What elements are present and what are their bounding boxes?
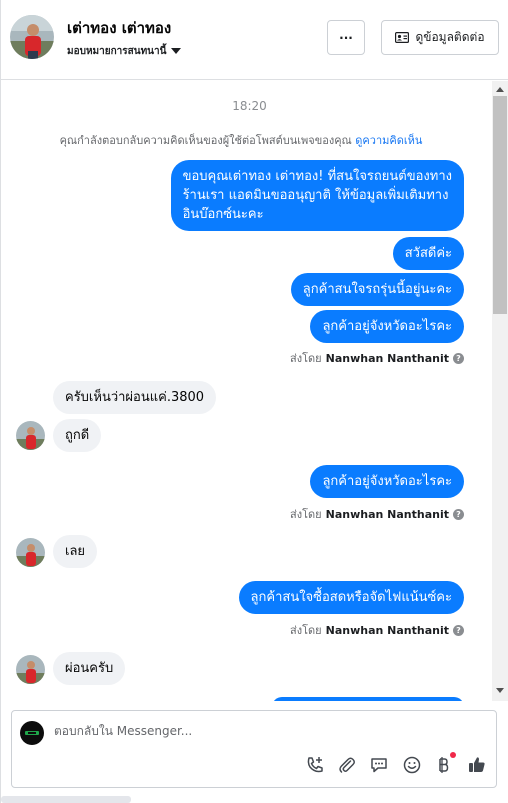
notification-dot	[450, 752, 456, 758]
scrollbar-thumb[interactable]	[493, 96, 507, 314]
contact-avatar[interactable]	[10, 15, 54, 59]
incoming-message[interactable]: ครับเห็นว่าผ่อนแค่.3800	[53, 381, 217, 414]
help-icon[interactable]: ?	[453, 508, 464, 520]
view-comment-link[interactable]: ดูความคิดเห็น	[355, 134, 422, 147]
sent-by-label: ส่งโดย Nanwhan Nanthanit ?	[290, 621, 464, 639]
message-composer	[11, 710, 497, 788]
sent-by-prefix: ส่งโดย	[290, 624, 322, 637]
partial-outgoing-message	[272, 697, 464, 701]
contact-avatar-small	[16, 655, 45, 684]
messenger-conversation-panel: เต่าทอง เต่าทอง มอบหมายการสนทนานี้ ··· ด…	[0, 0, 508, 803]
like-icon[interactable]	[466, 754, 488, 776]
saved-replies-icon[interactable]	[368, 754, 390, 776]
sender-name: Nanwhan Nanthanit	[325, 623, 449, 637]
assign-label: มอบหมายการสนทนานี้	[67, 46, 167, 57]
sent-by-prefix: ส่งโดย	[290, 508, 322, 521]
help-icon[interactable]: ?	[453, 352, 464, 364]
horizontal-scrollbar-thumb[interactable]	[1, 796, 131, 803]
more-options-button[interactable]: ···	[327, 20, 365, 55]
call-icon[interactable]	[304, 754, 326, 776]
sent-by-label: ส่งโดย Nanwhan Nanthanit ?	[290, 349, 464, 367]
message-line: ร้านเรา แอดมินขออนุญาติ ให้ข้อมูลเพิ่มเต…	[182, 188, 449, 203]
message-thread[interactable]: 18:20 คุณกำลังตอบกลับความคิดเห็นของผู้ใช…	[1, 81, 491, 701]
contact-avatar-small	[16, 421, 45, 450]
page-profile-icon	[20, 721, 44, 745]
outgoing-message[interactable]: สวัสดีค่ะ	[392, 237, 464, 270]
incoming-message[interactable]: ผ่อนครับ	[53, 652, 126, 685]
message-line: อินบ๊อกซ์นะคะ	[182, 207, 264, 222]
outgoing-message[interactable]: ลูกค้าอยู่จังหวัดอะไรคะ	[310, 465, 464, 498]
ellipsis-icon: ···	[339, 30, 353, 45]
assign-conversation-dropdown[interactable]: มอบหมายการสนทนานี้	[67, 44, 182, 59]
comment-reply-notice: คุณกำลังตอบกลับความคิดเห็นของผู้ใช้ต่อโพ…	[1, 131, 481, 149]
outgoing-message[interactable]: ลูกค้าสนใจรถรุ่นนี้อยู่นะคะ	[290, 273, 464, 306]
contact-avatar-small	[16, 538, 45, 567]
attachment-icon[interactable]	[336, 754, 358, 776]
scroll-up-arrow-icon[interactable]	[496, 87, 504, 92]
message-timestamp: 18:20	[232, 99, 267, 113]
reply-input[interactable]	[54, 724, 474, 738]
view-contact-info-button[interactable]: ดูข้อมูลติดต่อ	[381, 20, 499, 55]
emoji-icon[interactable]	[401, 754, 423, 776]
payment-icon[interactable]	[432, 752, 456, 776]
sender-name: Nanwhan Nanthanit	[325, 351, 449, 365]
outgoing-message[interactable]: ลูกค้าอยู่จังหวัดอะไรคะ	[310, 310, 464, 343]
outgoing-message[interactable]: ลูกค้าสนใจซื้อสดหรือจัดไฟแน้นซ์คะ	[238, 581, 464, 614]
caret-down-icon	[171, 48, 182, 54]
sent-by-label: ส่งโดย Nanwhan Nanthanit ?	[290, 505, 464, 523]
help-icon[interactable]: ?	[453, 624, 464, 636]
contact-info-label: ดูข้อมูลติดต่อ	[415, 30, 485, 44]
message-line: ขอบคุณเต่าทอง เต่าทอง! ที่สนใจรถยนต์ของท…	[182, 169, 452, 184]
incoming-message[interactable]: ถูกดี	[53, 419, 102, 452]
sender-name: Nanwhan Nanthanit	[325, 507, 449, 521]
contact-name[interactable]: เต่าทอง เต่าทอง	[67, 16, 171, 40]
contact-card-icon	[395, 32, 410, 43]
conversation-header: เต่าทอง เต่าทอง มอบหมายการสนทนานี้ ··· ด…	[1, 0, 508, 80]
incoming-message[interactable]: เลย	[53, 535, 98, 568]
sent-by-prefix: ส่งโดย	[290, 352, 322, 365]
outgoing-message[interactable]: ขอบคุณเต่าทอง เต่าทอง! ที่สนใจรถยนต์ของท…	[170, 160, 464, 231]
notice-text: คุณกำลังตอบกลับความคิดเห็นของผู้ใช้ต่อโพ…	[59, 134, 352, 147]
scroll-down-arrow-icon[interactable]	[496, 688, 504, 693]
